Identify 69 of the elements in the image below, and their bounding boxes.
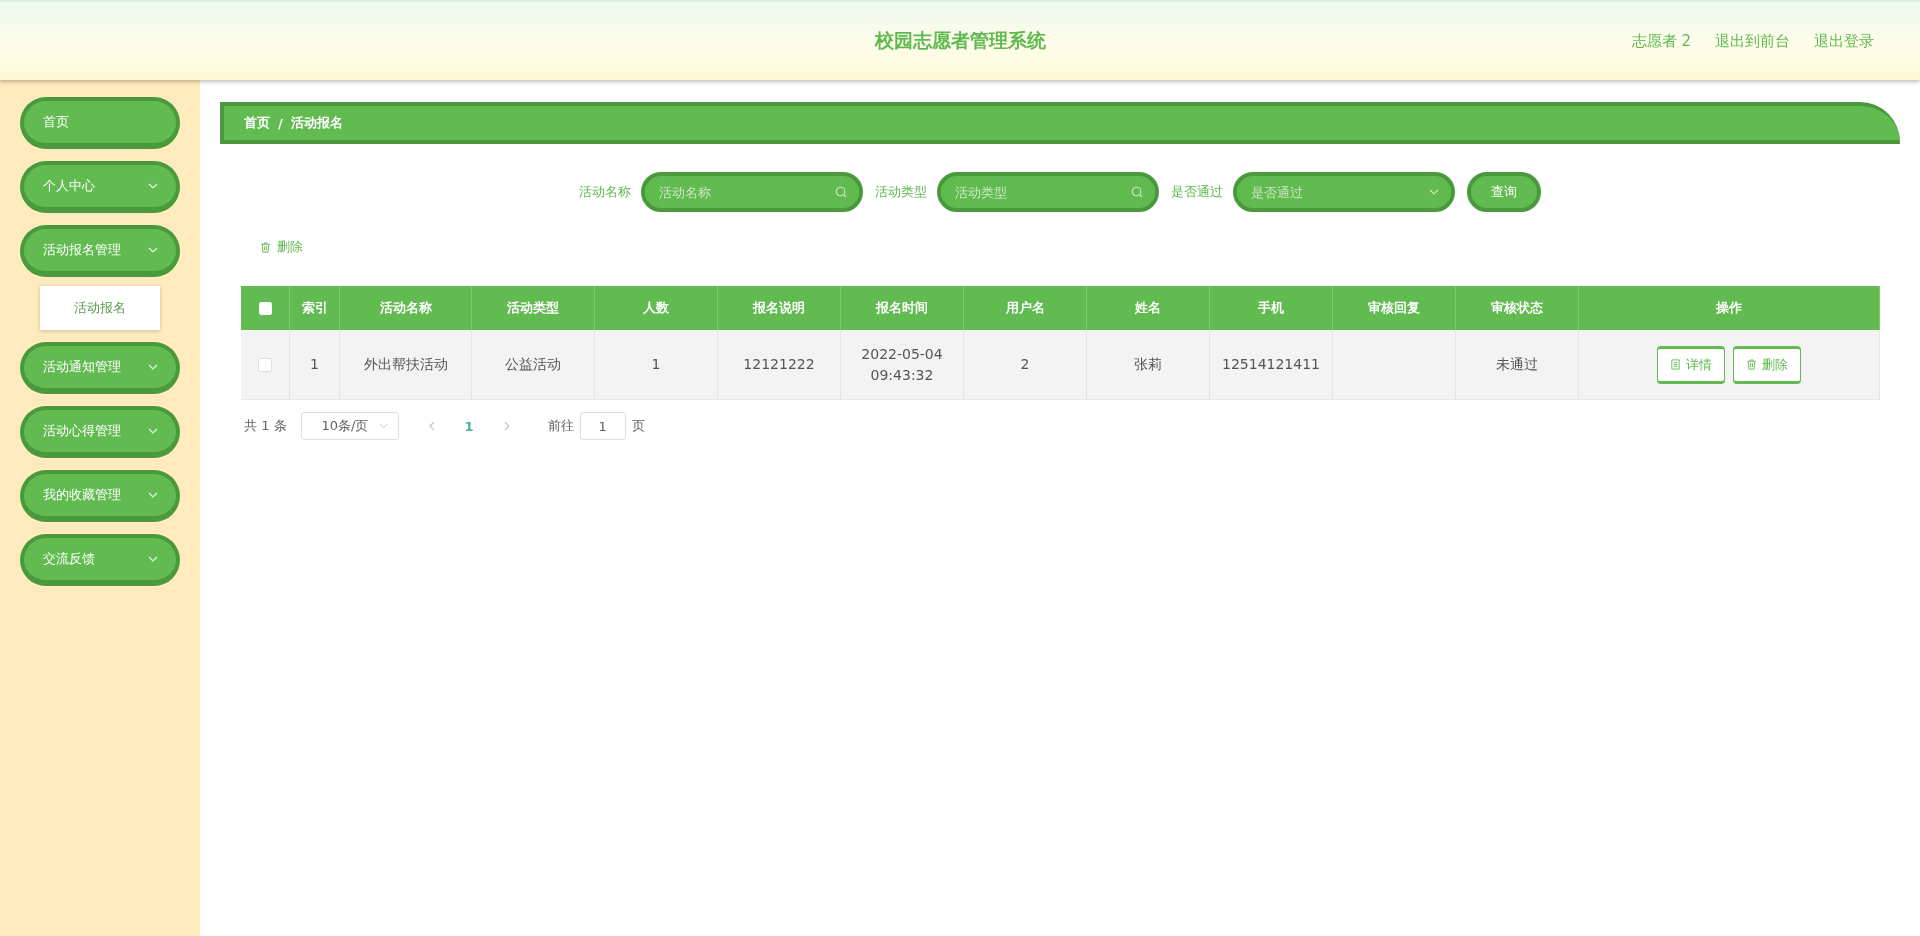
input-field[interactable]: 活动名称 (641, 172, 863, 212)
field-label: 活动名称 (579, 183, 631, 201)
column-header: 审核回复 (1368, 299, 1420, 317)
sidebar-item[interactable]: 活动报名管理 (20, 225, 180, 277)
page-input[interactable]: 1 (579, 412, 626, 440)
table-cell-text: 2 (1020, 355, 1030, 374)
trash-icon (1746, 359, 1757, 370)
page-number[interactable]: 1 (464, 418, 474, 434)
breadcrumb-separator: / (278, 115, 283, 131)
sidebar-item[interactable]: 我的收藏管理 (20, 470, 180, 522)
document-icon (1670, 359, 1681, 370)
chevron-icon (148, 183, 158, 189)
page-size-select[interactable]: 10条/页 (300, 412, 399, 440)
column-header: 手机 (1258, 299, 1284, 317)
column-header: 用户名 (1005, 299, 1045, 317)
table-cell-text: 1 (651, 355, 661, 374)
chevron-icon (148, 492, 158, 498)
column-header: 活动类型 (507, 299, 559, 317)
search-icon (1131, 186, 1143, 198)
goto-label: 前往 (547, 417, 574, 435)
next-page-icon[interactable] (503, 421, 510, 431)
column-header: 姓名 (1135, 299, 1161, 317)
sidebar-item[interactable]: 首页 (20, 97, 180, 149)
column-header: 人数 (643, 299, 669, 317)
sidebar-item[interactable]: 活动心得管理 (20, 406, 180, 458)
breadcrumb-item: 活动报名 (290, 114, 343, 132)
column-header: 操作 (1716, 299, 1742, 317)
sidebar-item[interactable]: 交流反馈 (20, 534, 180, 586)
table-cell-text: 12121222 (743, 355, 815, 374)
user-link[interactable]: 志愿者 2 (1631, 32, 1691, 51)
input-field[interactable]: 活动类型 (937, 172, 1159, 212)
chevron-icon (148, 364, 158, 370)
previous-page-icon[interactable] (428, 421, 435, 431)
page-suffix: 页 (631, 417, 645, 435)
chevron-icon (378, 423, 388, 429)
table-cell-text: 未通过 (1496, 355, 1538, 374)
column-header: 审核状态 (1491, 299, 1543, 317)
sidebar-item[interactable]: 活动通知管理 (20, 342, 180, 394)
delete-button[interactable]: 删除 (260, 238, 303, 256)
header-link[interactable]: 退出登录 (1814, 32, 1874, 51)
table-cell-text: 公益活动 (505, 355, 561, 374)
sidebar-item[interactable]: 个人中心 (20, 161, 180, 213)
search-button[interactable]: 查询 (1467, 172, 1541, 212)
table-cell-text: 外出帮扶活动 (363, 355, 448, 374)
column-header: 索引 (301, 299, 328, 317)
column-header: 报名时间 (876, 299, 928, 317)
checkbox[interactable] (258, 357, 272, 372)
field-label: 活动类型 (875, 183, 927, 201)
breadcrumb-item[interactable]: 首页 (244, 114, 270, 132)
chevron-icon (1429, 189, 1439, 195)
header-link[interactable]: 退出到前台 (1715, 32, 1790, 51)
chevron-icon (148, 556, 158, 562)
table-cell-text: 2022-05-04 09:43:32 (860, 344, 944, 385)
submenu-item[interactable]: 活动报名 (40, 286, 160, 330)
chevron-icon (148, 247, 158, 253)
delete-button[interactable]: 删除 (1733, 345, 1801, 384)
column-header: 报名说明 (753, 299, 805, 317)
select-field[interactable]: 是否通过 (1233, 172, 1455, 212)
app-title: 校园志愿者管理系统 (874, 28, 1046, 53)
detail-button[interactable]: 详情 (1657, 345, 1725, 384)
total-count: 共 1 条 (244, 417, 287, 435)
table-cell-text: 张莉 (1134, 355, 1162, 374)
search-icon (835, 186, 847, 198)
table-cell-text: 1 (310, 355, 319, 374)
field-label: 是否通过 (1171, 183, 1223, 201)
trash-icon (260, 241, 271, 253)
column-header: 活动名称 (379, 299, 432, 317)
table-cell-text: 12514121411 (1222, 355, 1320, 374)
chevron-icon (148, 428, 158, 434)
